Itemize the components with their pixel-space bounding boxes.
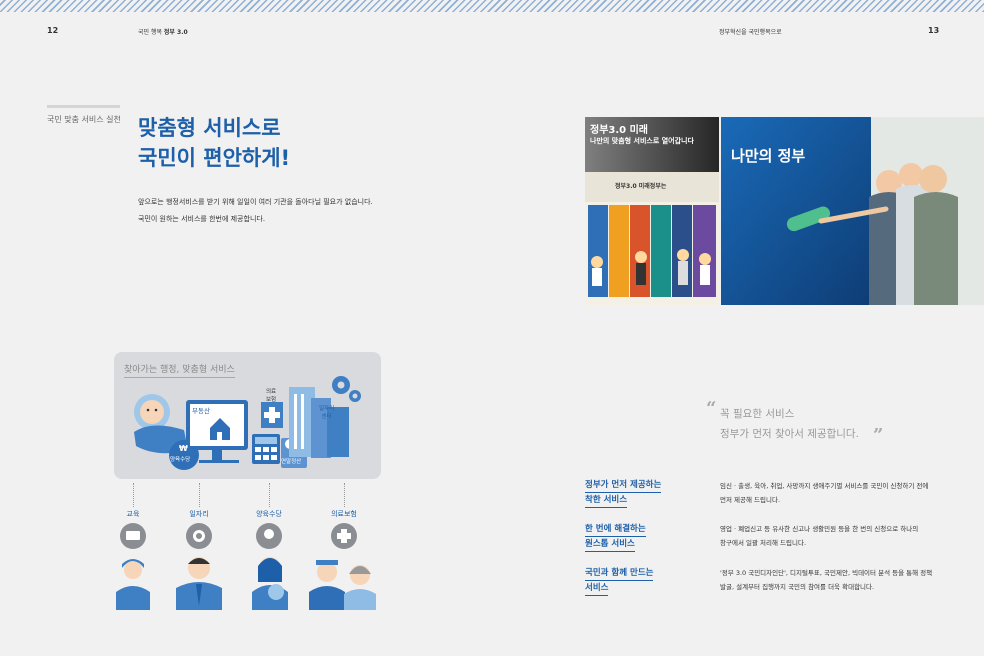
service-heading-1: 정부가 먼저 제공하는 착한 서비스 [585, 478, 662, 508]
service-text-line: 임신 · 출생, 육아, 취업, 사망까지 생애주기별 서비스를 국민이 신청하… [720, 482, 929, 490]
real-estate-label: 부동산 [192, 407, 210, 415]
connector-dots [268, 483, 270, 507]
service-text-1: 임신 · 출생, 육아, 취업, 사망까지 생애주기별 서비스를 국민이 신청하… [720, 479, 950, 507]
service-icon-label: 의료보험 [331, 510, 357, 518]
right-page-number: 13 [928, 26, 940, 35]
booth-sign-line-1: 정부3.0 미래 [590, 125, 648, 136]
service-text-line: 창구에서 일괄 처리해 드립니다. [720, 539, 807, 547]
medical-cross-icon [331, 523, 357, 549]
service-text-line: 발굴, 설계부터 집행까지 국민의 참여를 더욱 확대합니다. [720, 583, 875, 591]
people-illustration [116, 557, 376, 610]
jobs-center-label: 일자리 센터 [319, 406, 335, 420]
left-running-header: 국민 행복 정부 3.0 [138, 27, 188, 36]
connector-dots [198, 483, 200, 507]
quote-line-2: 정부가 먼저 찾아서 제공합니다. [720, 428, 859, 440]
service-icon-label: 양육수당 [256, 510, 282, 518]
left-header-text: 국민 행복 [138, 29, 164, 36]
service-text-line: 먼저 제공해 드립니다. [720, 496, 781, 504]
service-heading-line: 정부가 먼저 제공하는 [585, 479, 662, 493]
section-bar [47, 105, 120, 108]
service-icon-education: 교육 [113, 483, 153, 549]
service-icon-label: 일자리 [189, 510, 209, 518]
mother-figure [252, 557, 288, 610]
service-heading-line: 서비스 [585, 582, 609, 596]
quote-line-1: 꼭 필요한 서비스 [720, 408, 795, 420]
service-illustration-art [134, 376, 361, 470]
service-heading-line: 원스톱 서비스 [585, 538, 635, 552]
won-symbol: ₩ [179, 444, 188, 453]
booth-sign-line-2: 나만의 맞춤형 서비스로 열어갑니다 [590, 137, 694, 145]
service-heading-2: 한 번에 해결하는 원스톱 서비스 [585, 522, 646, 552]
child-allowance-label: 양육수당 [170, 457, 191, 463]
service-heading-line: 국민과 함께 만드는 [585, 567, 654, 581]
elderly-couple-figure [309, 560, 376, 610]
service-text-line: '정부 3.0 국민디자인단', 디지털투표, 국민제안, 빅데이터 분석 등을… [720, 569, 933, 577]
booth-board-title: 정부3.0 미래정부는 [615, 183, 667, 190]
pull-quote: 꼭 필요한 서비스 정부가 먼저 찾아서 제공합니다. [705, 404, 859, 444]
intro-paragraph: 앞으로는 행정서비스를 받기 위해 일일이 여러 기관을 돌아다닐 필요가 없습… [138, 194, 373, 228]
left-page-number: 12 [47, 26, 59, 35]
screen-headline: 나만의 정부 [731, 147, 806, 165]
intro-line-1: 앞으로는 행정서비스를 받기 위해 일일이 여러 기관을 돌아다닐 필요가 없습… [138, 198, 373, 206]
page-title: 맞춤형 서비스로 국민이 편안하게! [138, 113, 290, 173]
title-line-2: 국민이 편안하게! [138, 146, 291, 170]
service-icon-jobs: 일자리 [179, 483, 219, 549]
service-heading-line: 한 번에 해결하는 [585, 523, 646, 537]
service-text-line: 영업 · 폐업신고 등 유사한 신고나 생활민원 등을 한 번의 신청으로 하나… [720, 525, 919, 533]
service-heading-3: 국민과 함께 만드는 서비스 [585, 566, 654, 596]
monitor-icon [120, 523, 146, 549]
gear-person-icon [186, 523, 212, 549]
student-figure [116, 559, 150, 610]
left-header-bold: 정부 3.0 [163, 29, 188, 36]
service-icon-label: 교육 [126, 510, 140, 518]
connector-dots [343, 483, 345, 507]
service-text-3: '정부 3.0 국민디자인단', 디지털투표, 국민제안, 빅데이터 분석 등을… [720, 566, 950, 594]
touchscreen-photo: 나만의 정부 [721, 117, 984, 305]
right-running-header: 정부혁신을 국민행복으로 [719, 29, 782, 36]
title-line-1: 맞춤형 서비스로 [138, 116, 281, 140]
close-quote-mark: ” [873, 425, 884, 446]
worker-figure [176, 557, 222, 610]
service-icon-medical: 의료보험 [324, 483, 364, 549]
baby-icon [256, 523, 282, 549]
section-label: 국민 맞춤 서비스 실천 [47, 115, 121, 124]
service-text-2: 영업 · 폐업신고 등 유사한 신고나 생활민원 등을 한 번의 신청으로 하나… [720, 522, 950, 550]
connector-dots [132, 483, 134, 507]
service-icon-child-allowance: 양육수당 [249, 483, 289, 549]
year-end-label: 연말정산 [281, 459, 302, 465]
service-heading-line: 착한 서비스 [585, 494, 628, 508]
top-stripe-border [0, 0, 984, 12]
medical-label: 의료 보험 [266, 389, 277, 403]
intro-line-2: 국민이 원하는 서비스를 한번에 제공합니다. [138, 215, 266, 223]
exhibition-photo: 정부3.0 미래 나만의 맞춤형 서비스로 열어갑니다 정부3.0 미래정부는 [585, 117, 719, 305]
